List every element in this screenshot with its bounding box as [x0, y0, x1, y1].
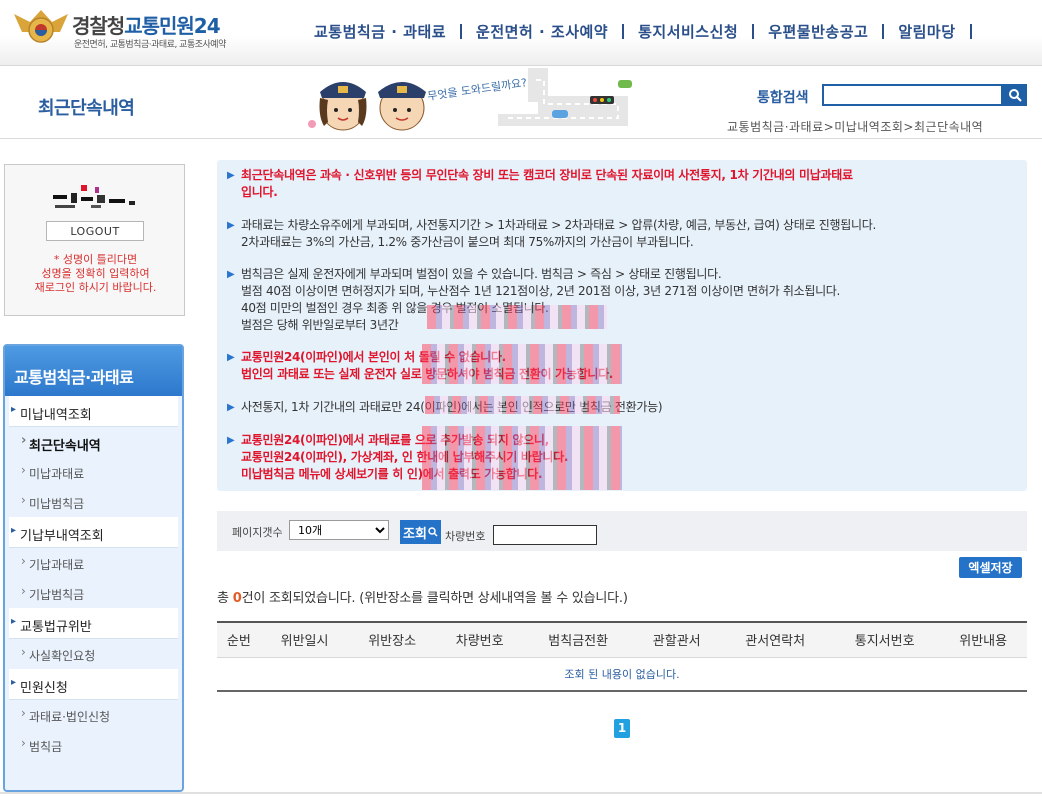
sidebar-item-penalty[interactable]: 범칙금 [9, 730, 178, 760]
login-box: LOGOUT * 성명이 틀리다면 성명을 정확히 입력하여 재로그인 하시기 … [4, 164, 185, 316]
info-paragraph: ▶ 교통민원24(이파인)에서 과태료를 으로 추가발송 되지 않으니, 교통민… [227, 433, 568, 481]
column-header: 위반일시 [260, 621, 349, 658]
sidebar-group-unpaid[interactable]: 미납내역조회 [9, 396, 178, 427]
result-prefix: 총 [217, 591, 233, 606]
nav-fines[interactable]: 교통범칙금 · 과태료 [300, 21, 460, 42]
footer-divider [0, 792, 1042, 794]
logo-title: 경찰청교통민원24 [72, 14, 221, 38]
sidebar-item-paid-penalties[interactable]: 기납범칙금 [9, 578, 178, 608]
main-navigation: 교통범칙금 · 과태료 운전면허 · 조사예약 통지서비스신청 우편물반송공고 … [300, 18, 972, 44]
search-button[interactable] [1003, 84, 1027, 106]
nav-separator [969, 23, 972, 39]
login-warning: * 성명이 틀리다면 성명을 정확히 입력하여 재로그인 하시기 바랍니다. [34, 253, 157, 294]
pagination-current-page[interactable]: 1 [614, 719, 630, 738]
triangle-bullet-icon: ▶ [227, 402, 235, 413]
result-count: 0 [232, 591, 242, 606]
nav-returned-mail[interactable]: 우편물반송공고 [754, 21, 882, 42]
column-header: 순번 [217, 621, 261, 658]
page-size-label: 페이지갯수 [232, 526, 283, 539]
page-size-select[interactable]: 10개 [289, 520, 389, 540]
redacted-region [422, 344, 622, 384]
triangle-bullet-icon: ▶ [227, 220, 235, 231]
car-number-label: 차량번호 [445, 530, 486, 543]
triangle-bullet-icon: ▶ [227, 269, 235, 280]
query-button-label: 조회 [403, 526, 427, 542]
search-input[interactable] [822, 84, 1003, 106]
sidebar-item-corporate-request[interactable]: 과태료·법인신청 [9, 700, 178, 730]
breadcrumb: 교통범칙금·과태료>미납내역조회>최근단속내역 [727, 120, 984, 134]
nav-license[interactable]: 운전면허 · 조사예약 [462, 21, 622, 42]
sidebar-item-unpaid-fines[interactable]: 미납과태료 [9, 457, 178, 487]
column-header: 범칙금전환 [523, 621, 633, 658]
table-row: 조회 된 내용이 없습니다. [217, 657, 1027, 692]
sidebar-group-paid[interactable]: 기납부내역조회 [9, 517, 178, 548]
triangle-bullet-icon: ▶ [227, 352, 235, 363]
search-label: 통합검색 [757, 90, 809, 106]
info-paragraph: ▶ 교통민원24(이파인)에서 본인이 처 돌릴 수 없습니다. 법인의 과태료… [227, 350, 613, 381]
sidebar-item-unpaid-penalties[interactable]: 미납범칙금 [9, 487, 178, 517]
page-title: 최근단속내역 [38, 98, 135, 119]
column-header: 통지서번호 [829, 621, 940, 658]
column-header: 위반장소 [348, 621, 436, 658]
nav-notification[interactable]: 통지서비스신청 [624, 21, 752, 42]
redacted-region [425, 396, 620, 414]
sidebar-item-fact-check[interactable]: 사실확인요청 [9, 639, 178, 669]
redacted-region [427, 305, 607, 329]
masked-user-name [53, 185, 135, 208]
search-icon [1009, 89, 1022, 102]
info-paragraph: ▶ 범칙금은 실제 운전자에게 부과되며 벌점이 있을 수 있습니다. 범칙금 … [227, 267, 841, 332]
column-header: 관할관서 [632, 621, 721, 658]
info-notice-box: ▶ 최근단속내역은 과속 · 신호위반 등의 무인단속 장비 또는 캠코더 장비… [217, 160, 1027, 491]
site-logo[interactable]: 경찰청교통민원24 운전면허, 교통범칙금·과태료, 교통조사예약 [12, 8, 252, 52]
column-header: 차량번호 [435, 621, 524, 658]
police-emblem-icon [14, 10, 68, 43]
info-paragraph: ▶ 최근단속내역은 과속 · 신호위반 등의 무인단속 장비 또는 캠코더 장비… [227, 168, 853, 199]
side-menu-heading: 교통범칙금·과태료 [5, 346, 182, 396]
excel-export-button[interactable]: 엑셀저장 [959, 557, 1022, 578]
side-menu: 교통범칙금·과태료 미납내역조회 최근단속내역 미납과태료 미납범칙금 기납부내… [3, 344, 184, 792]
nav-notices[interactable]: 알림마당 [884, 21, 969, 42]
table-header-row: 순번 위반일시 위반장소 차량번호 범칙금전환 관할관서 관서연락처 통지서번호… [217, 621, 1027, 658]
logo-subtitle: 운전면허, 교통범칙금·과태료, 교통조사예약 [74, 40, 226, 50]
sidebar-group-violations[interactable]: 교통법규위반 [9, 608, 178, 639]
column-header: 위반내용 [939, 621, 1027, 658]
police-mascot-banner: 무엇을 도와드릴까요? [308, 68, 632, 131]
search-icon [428, 527, 438, 537]
column-header: 관서연락처 [720, 621, 830, 658]
triangle-bullet-icon: ▶ [227, 170, 235, 181]
info-paragraph: ▶ 사전통지, 1차 기간내의 과태료만 24(이파인)에서는 본인 인적으로만… [227, 400, 663, 414]
sidebar-item-recent-enforcement[interactable]: 최근단속내역 [9, 427, 178, 457]
empty-message: 조회 된 내용이 없습니다. [217, 657, 1027, 692]
mascot-bubble-text: 무엇을 도와드릴까요? [427, 76, 528, 103]
car-number-input[interactable] [493, 525, 597, 545]
logout-button[interactable]: LOGOUT [46, 221, 144, 241]
results-table: 순번 위반일시 위반장소 차량번호 범칙금전환 관할관서 관서연락처 통지서번호… [217, 621, 1027, 692]
top-header: 경찰청교통민원24 운전면허, 교통범칙금·과태료, 교통조사예약 교통범칙금 … [0, 0, 1042, 66]
side-menu-list: 미납내역조회 최근단속내역 미납과태료 미납범칙금 기납부내역조회 기납과태료 … [5, 396, 182, 760]
triangle-bullet-icon: ▶ [227, 435, 235, 446]
sidebar-group-civil[interactable]: 민원신청 [9, 669, 178, 700]
query-controls: 페이지갯수 10개 조회 차량번호 [217, 511, 1027, 551]
redacted-region [422, 426, 622, 490]
result-summary: 총 0건이 조회되었습니다. (위반장소를 클릭하면 상세내역을 볼 수 있습니… [217, 587, 628, 606]
info-paragraph: ▶ 과태료는 차량소유주에게 부과되며, 사전통지기간 > 1차과태료 > 2차… [227, 218, 876, 249]
sidebar-item-paid-fines[interactable]: 기납과태료 [9, 548, 178, 578]
query-button[interactable]: 조회 [400, 520, 441, 544]
title-divider [0, 138, 1042, 139]
result-suffix: 건이 조회되었습니다. (위반장소를 클릭하면 상세내역을 볼 수 있습니다.) [241, 591, 628, 606]
